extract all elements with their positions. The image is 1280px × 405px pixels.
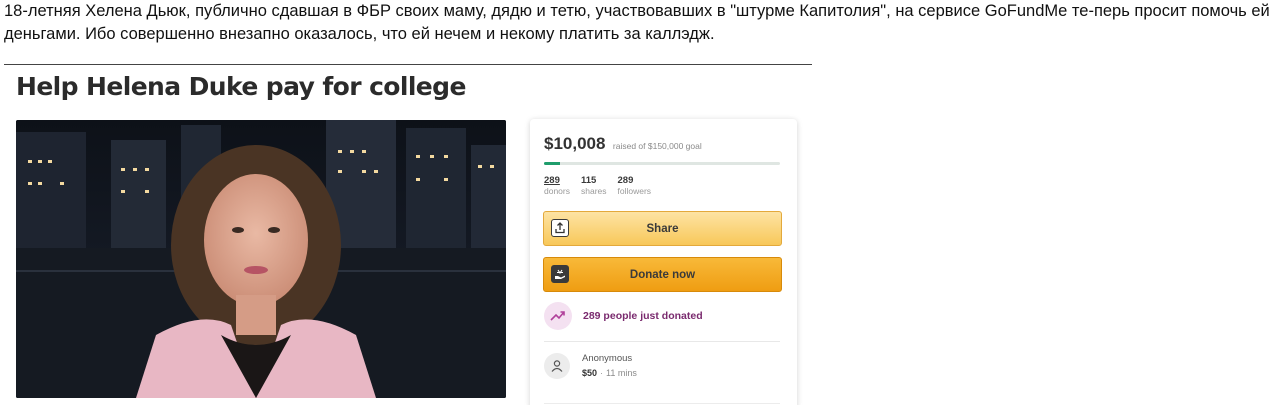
stat-followers: 289 followers xyxy=(617,175,652,197)
raised-amount: $10,008 xyxy=(544,134,606,153)
donor-item: Anonymous $50 · 11 mins xyxy=(544,352,637,380)
stat-followers-value: 289 xyxy=(617,175,634,186)
progress-bar xyxy=(544,162,780,165)
recent-donations-text: 289 people just donated xyxy=(583,310,703,322)
post-caption: 18-летняя Хелена Дьюк, публично сдавшая … xyxy=(4,2,1270,43)
stat-followers-label: followers xyxy=(617,186,652,196)
donate-now-button[interactable]: Donate now xyxy=(543,257,782,292)
donor-avatar-icon xyxy=(544,353,570,379)
campaign-photo xyxy=(16,120,506,398)
card-bottom-divider xyxy=(544,403,780,404)
stat-shares-label: shares xyxy=(581,186,607,196)
donate-button-label: Donate now xyxy=(629,268,696,281)
donor-info: Anonymous $50 · 11 mins xyxy=(582,352,637,380)
share-upload-icon xyxy=(551,219,569,237)
amount-raised: $10,008 raised of $150,000 goal xyxy=(544,134,702,154)
stat-donors[interactable]: 289 donors xyxy=(544,176,570,197)
share-button-label: Share xyxy=(646,222,679,235)
stat-shares: 115 shares xyxy=(581,175,607,197)
card-divider xyxy=(544,341,780,342)
post-text-block: 18-летняя Хелена Дьюк, публично сдавшая … xyxy=(4,0,1276,46)
recent-donations[interactable]: 289 people just donated xyxy=(544,302,703,330)
donor-time: 11 mins xyxy=(606,368,637,378)
gofundme-screenshot: Help Helena Duke pay for college $10,008… xyxy=(0,64,815,405)
progress-fill xyxy=(544,162,560,165)
goal-text: raised of $150,000 goal xyxy=(612,141,702,151)
top-divider xyxy=(4,64,812,65)
donor-name: Anonymous xyxy=(582,353,633,364)
stat-donors-label: donors xyxy=(544,186,570,196)
stat-donors-value[interactable]: 289 xyxy=(544,176,570,186)
stat-shares-value: 115 xyxy=(581,175,597,186)
campaign-stats: 289 donors 115 shares 289 followers xyxy=(544,175,662,197)
donation-card: $10,008 raised of $150,000 goal 289 dono… xyxy=(530,119,797,405)
donor-separator: · xyxy=(600,368,604,378)
share-button[interactable]: Share xyxy=(543,211,782,246)
trending-up-icon xyxy=(544,302,572,330)
donor-amount: $50 xyxy=(582,368,598,378)
campaign-title: Help Helena Duke pay for college xyxy=(16,72,466,101)
donate-hand-icon xyxy=(551,265,569,283)
